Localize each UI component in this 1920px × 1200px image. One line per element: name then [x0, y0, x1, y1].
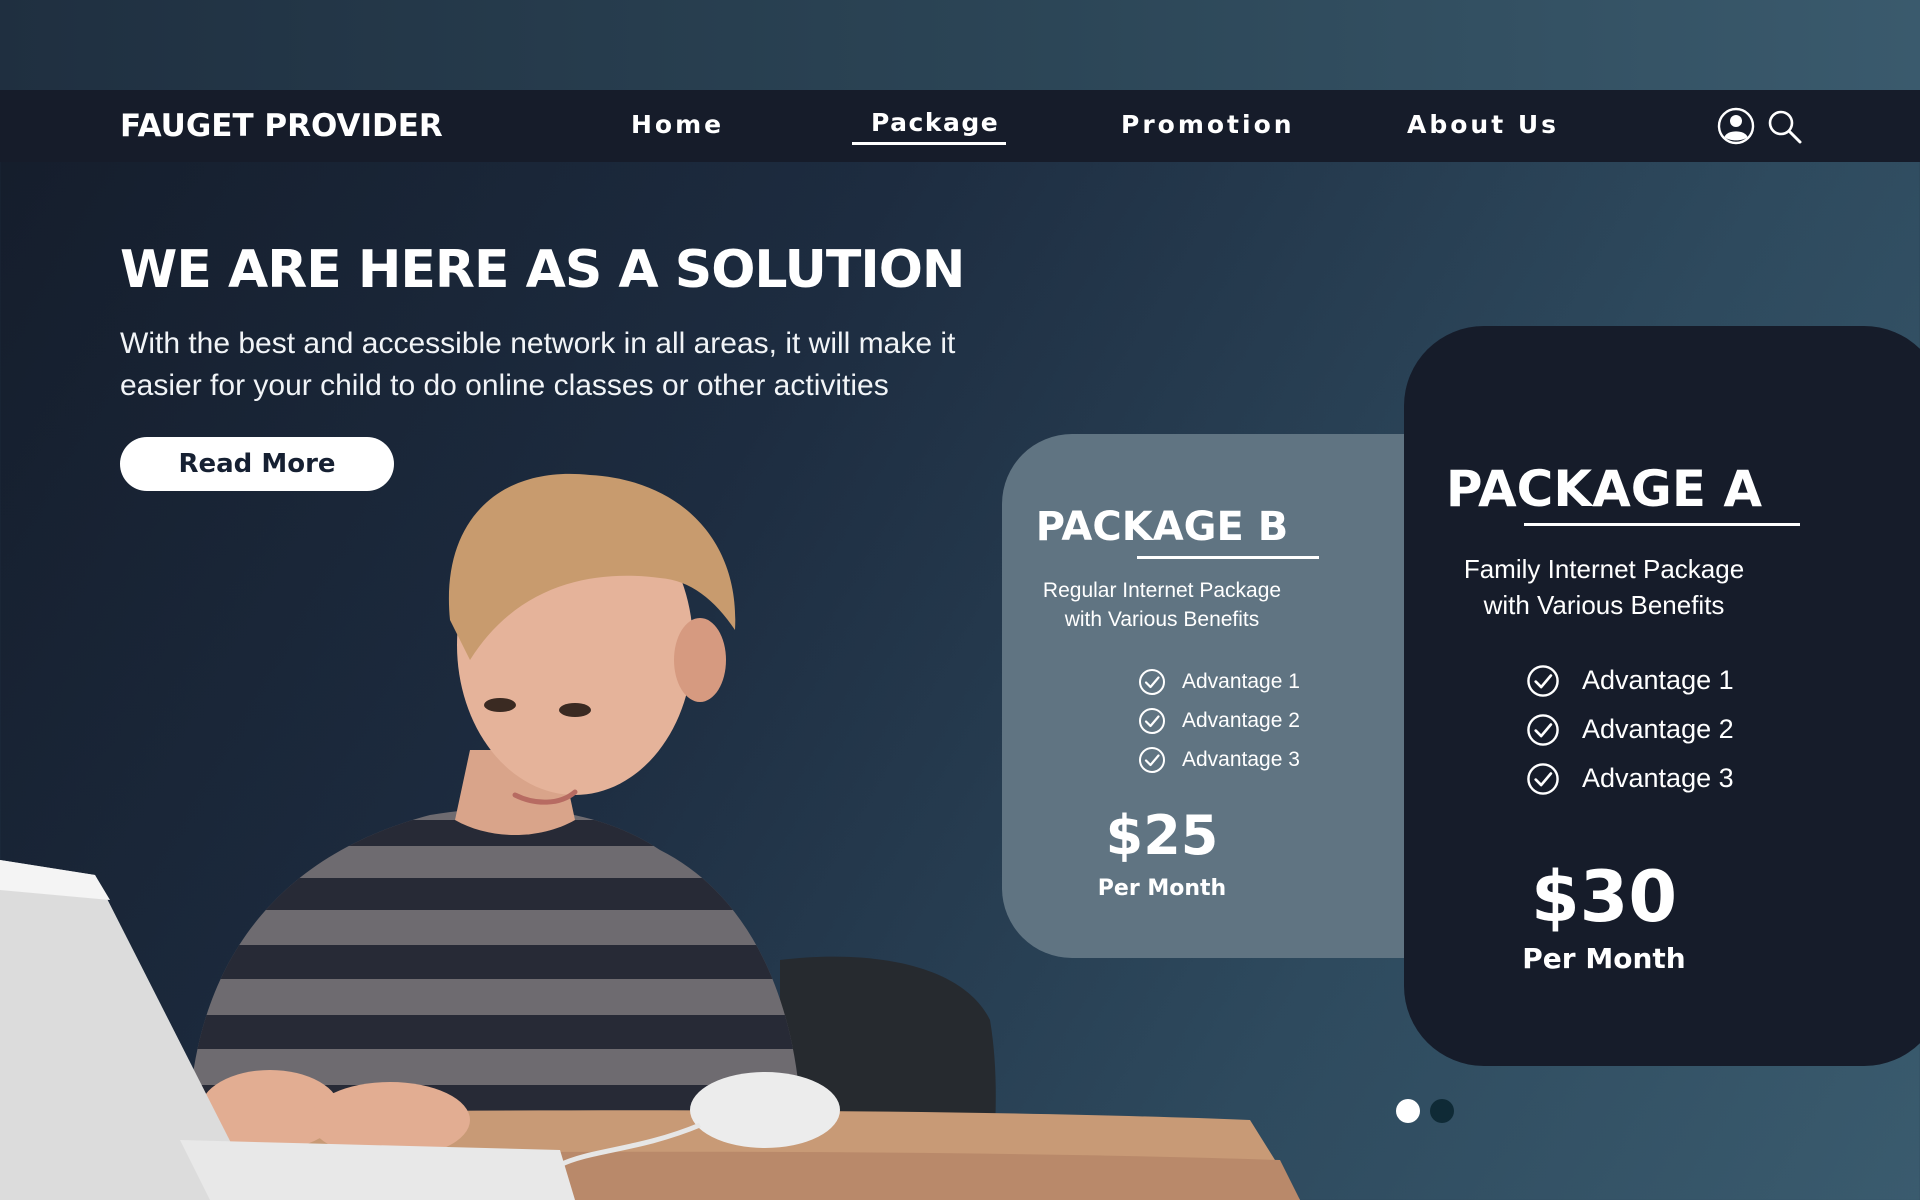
price-period: Per Month: [1097, 876, 1227, 901]
carousel-dot-1[interactable]: [1396, 1099, 1420, 1123]
title-underline: [1524, 523, 1800, 526]
package-subtitle: Family Internet Package with Various Ben…: [1334, 551, 1874, 623]
hero-description: With the best and accessible network in …: [120, 327, 956, 402]
check-circle-icon: [1139, 707, 1165, 734]
advantage-item: Advantage 2: [1138, 701, 1300, 740]
package-title: PACKAGE A: [1445, 460, 1763, 518]
brand-logo[interactable]: FAUGET PROVIDER: [120, 108, 443, 144]
advantage-list: Advantage 1 Advantage 2 Advantage 3: [1526, 656, 1734, 803]
package-subtitle: Regular Internet Package with Various Be…: [942, 576, 1382, 634]
package-price: $25: [1105, 804, 1219, 867]
check-circle-icon: [1139, 746, 1165, 773]
advantage-label: Advantage 3: [1582, 763, 1734, 793]
check-circle-icon: [1527, 762, 1559, 795]
check-circle-icon: [1527, 713, 1559, 746]
package-price: $30: [1530, 856, 1678, 938]
package-subtitle-line: Regular Internet Package: [1042, 579, 1282, 602]
navbar: FAUGET PROVIDER Home Package Promotion A…: [0, 90, 1920, 162]
carousel-dot-2[interactable]: [1430, 1099, 1454, 1123]
advantage-list: Advantage 1 Advantage 2 Advantage 3: [1138, 662, 1300, 779]
advantage-item: Advantage 3: [1526, 754, 1734, 803]
advantage-label: Advantage 3: [1182, 747, 1300, 771]
hero-title: WE ARE HERE AS A SOLUTION: [120, 240, 965, 300]
advantage-item: Advantage 1: [1138, 662, 1300, 701]
price-period: Per Month: [1522, 942, 1686, 975]
advantage-item: Advantage 1: [1526, 656, 1734, 705]
advantage-item: Advantage 2: [1526, 705, 1734, 754]
nav-link-home[interactable]: Home: [631, 110, 724, 139]
package-title: PACKAGE B: [1035, 504, 1289, 550]
package-a-card[interactable]: PACKAGE A Family Internet Package with V…: [1404, 326, 1920, 1066]
advantage-item: Advantage 3: [1138, 740, 1300, 779]
nav-link-about-us[interactable]: About Us: [1407, 110, 1559, 139]
package-subtitle-line: with Various Benefits: [1064, 608, 1260, 631]
check-circle-icon: [1527, 664, 1559, 697]
search-icon[interactable]: [1764, 106, 1804, 146]
title-underline: [1137, 556, 1319, 559]
check-circle-icon: [1139, 668, 1165, 695]
nav-link-package[interactable]: Package: [871, 108, 999, 137]
advantage-label: Advantage 1: [1182, 669, 1300, 693]
nav-link-promotion[interactable]: Promotion: [1121, 110, 1295, 139]
advantage-label: Advantage 1: [1582, 665, 1734, 695]
user-icon[interactable]: [1716, 106, 1756, 146]
active-nav-underline: [852, 142, 1006, 145]
package-subtitle-line: Family Internet Package: [1463, 554, 1745, 584]
advantage-label: Advantage 2: [1582, 714, 1734, 744]
advantage-label: Advantage 2: [1182, 708, 1300, 732]
package-subtitle-line: with Various Benefits: [1483, 590, 1725, 620]
top-banner: [0, 0, 1920, 90]
